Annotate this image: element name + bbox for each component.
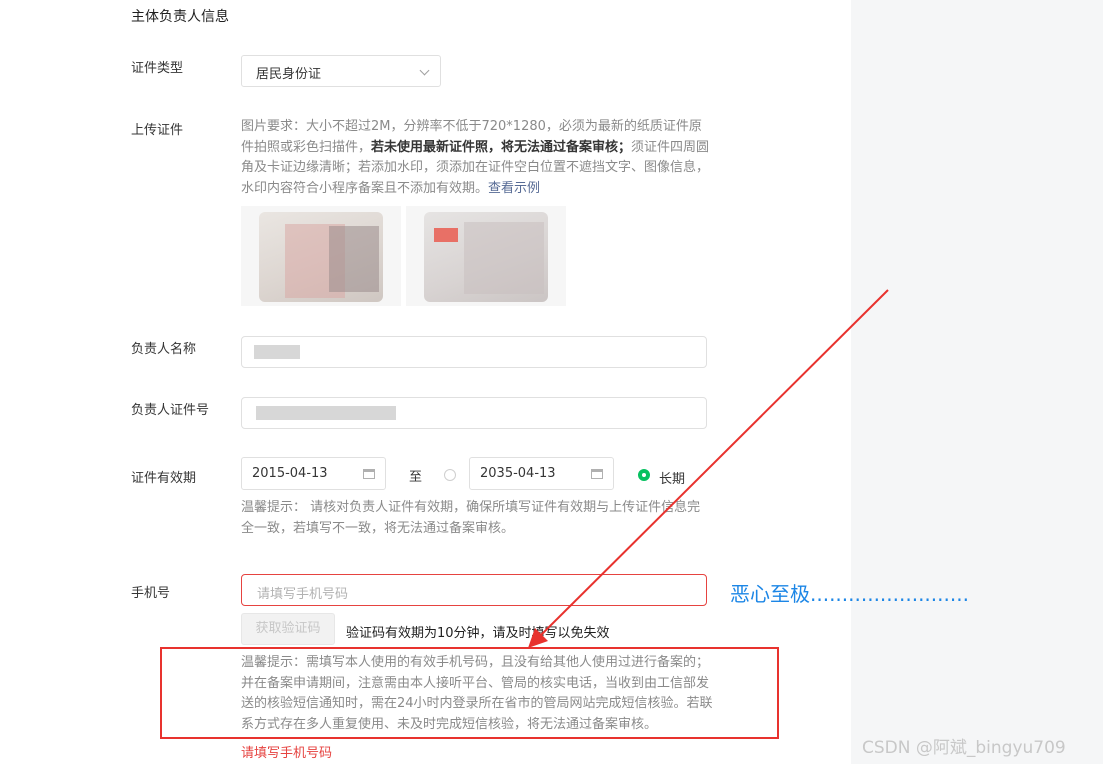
annotation-arrow [528,289,889,648]
arrow-line [539,289,889,637]
watermark: CSDN @阿斌_bingyu709 [862,738,1066,758]
